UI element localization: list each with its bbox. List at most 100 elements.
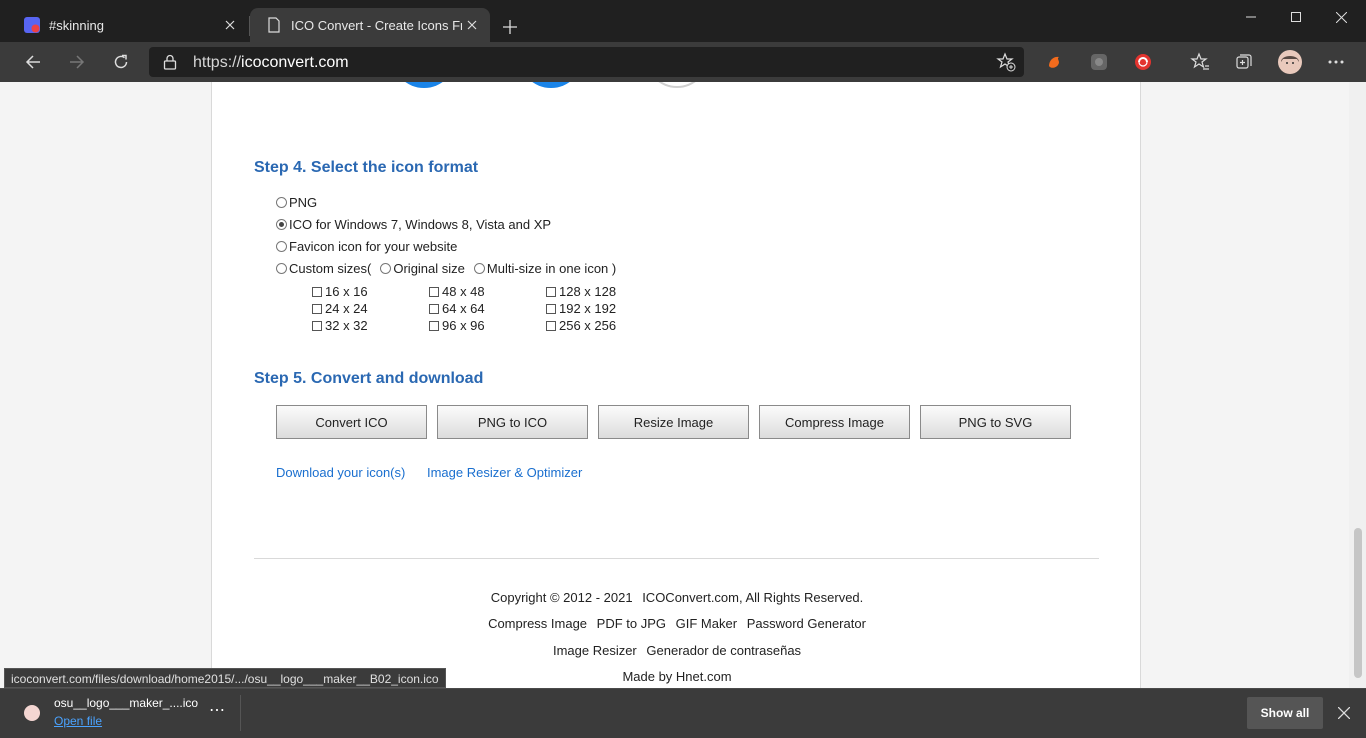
- more-icon: [1328, 60, 1344, 64]
- footer-link-pdf-to-jpg[interactable]: PDF to JPG: [597, 616, 666, 631]
- compress-image-button[interactable]: Compress Image: [759, 405, 910, 439]
- footer-link-compress[interactable]: Compress Image: [488, 616, 587, 631]
- size-option[interactable]: 32 x 32: [312, 318, 429, 333]
- radio-button[interactable]: [276, 241, 287, 252]
- checkbox[interactable]: [429, 320, 439, 331]
- add-favorite-icon[interactable]: [996, 52, 1016, 77]
- checkbox[interactable]: [546, 286, 556, 297]
- tab-title: ICO Convert - Create Icons From: [291, 17, 462, 33]
- new-tab-button[interactable]: [498, 15, 522, 39]
- minimize-icon: [1246, 16, 1256, 18]
- radio-button[interactable]: [276, 219, 287, 230]
- favorites-icon[interactable]: [1188, 50, 1212, 74]
- size-row: 24 x 24 64 x 64 192 x 192: [312, 301, 663, 316]
- size-option[interactable]: 256 x 256: [546, 318, 663, 333]
- png-to-svg-button[interactable]: PNG to SVG: [920, 405, 1071, 439]
- download-icons-link[interactable]: Download your icon(s): [276, 465, 405, 480]
- vertical-scrollbar[interactable]: [1349, 82, 1366, 688]
- format-option-custom[interactable]: Custom sizes( Original size Multi-size i…: [276, 261, 616, 276]
- plus-icon: [503, 20, 517, 34]
- open-file-link[interactable]: Open file: [54, 714, 102, 728]
- close-icon: [1338, 707, 1350, 719]
- arrow-left-icon: [25, 55, 40, 69]
- download-shelf: osu__logo___maker_....ico Open file ⋯ Sh…: [0, 688, 1366, 738]
- step4-heading: Step 4. Select the icon format: [254, 159, 479, 176]
- settings-more-button[interactable]: [1324, 50, 1348, 74]
- checkbox[interactable]: [546, 303, 556, 314]
- format-option-favicon[interactable]: Favicon icon for your website: [276, 239, 457, 254]
- download-more-icon[interactable]: ⋯: [207, 700, 227, 720]
- size-option[interactable]: 128 x 128: [546, 284, 663, 299]
- preset-shape-icon[interactable]: [392, 82, 456, 88]
- custom-original-size[interactable]: Original size: [380, 261, 465, 276]
- extension-icon[interactable]: [1087, 50, 1111, 74]
- profile-avatar[interactable]: [1278, 50, 1302, 74]
- footer-link-generador[interactable]: Generador de contraseñas: [646, 643, 801, 658]
- size-label: 192 x 192: [559, 301, 617, 316]
- footer-link-password[interactable]: Password Generator: [747, 616, 866, 631]
- convert-ico-button[interactable]: Convert ICO: [276, 405, 427, 439]
- close-icon[interactable]: [220, 15, 240, 35]
- window-close-button[interactable]: [1318, 0, 1364, 34]
- footer-links: Compress Image PDF to JPG GIF Maker Pass…: [212, 616, 1142, 631]
- format-option-ico[interactable]: ICO for Windows 7, Windows 8, Vista and …: [276, 217, 551, 232]
- step5-heading: Step 5. Convert and download: [254, 370, 484, 387]
- resize-image-button[interactable]: Resize Image: [598, 405, 749, 439]
- size-option[interactable]: 24 x 24: [312, 301, 429, 316]
- extension-icon[interactable]: [1043, 50, 1067, 74]
- option-label: PNG: [289, 195, 318, 210]
- custom-multi-size[interactable]: Multi-size in one icon ): [473, 261, 617, 276]
- size-option[interactable]: 64 x 64: [429, 301, 546, 316]
- page-content: Step 4. Select the icon format PNG ICO f…: [211, 82, 1141, 688]
- size-option[interactable]: 16 x 16: [312, 284, 429, 299]
- collections-icon[interactable]: [1232, 50, 1256, 74]
- size-row: 16 x 16 48 x 48 128 x 128: [312, 284, 663, 299]
- rights-text: ICOConvert.com, All Rights Reserved.: [642, 590, 864, 605]
- size-option[interactable]: 96 x 96: [429, 318, 546, 333]
- radio-button[interactable]: [380, 263, 392, 274]
- refresh-button[interactable]: [107, 48, 135, 76]
- extension-icon[interactable]: [1131, 50, 1155, 74]
- download-file-name[interactable]: osu__logo___maker_....ico: [54, 696, 198, 710]
- png-to-ico-button[interactable]: PNG to ICO: [437, 405, 588, 439]
- footer-link-image-resizer[interactable]: Image Resizer: [553, 643, 637, 658]
- show-all-button[interactable]: Show all: [1247, 697, 1323, 729]
- option-label: Multi-size in one icon ): [486, 261, 617, 276]
- url-text: https://icoconvert.com: [193, 54, 349, 72]
- checkbox[interactable]: [429, 286, 439, 297]
- radio-button[interactable]: [473, 263, 485, 274]
- preset-shape-icon[interactable]: [519, 82, 583, 88]
- checkbox[interactable]: [312, 286, 322, 297]
- footer-copyright: Copyright © 2012 - 2021 ICOConvert.com, …: [212, 590, 1142, 605]
- checkbox[interactable]: [312, 303, 322, 314]
- back-button[interactable]: [19, 48, 47, 76]
- tab-ico-convert[interactable]: ICO Convert - Create Icons From: [250, 8, 490, 42]
- address-bar[interactable]: https://icoconvert.com: [149, 47, 1024, 77]
- tab-skinning[interactable]: #skinning: [8, 8, 248, 42]
- close-download-bar-button[interactable]: [1334, 703, 1354, 723]
- tab-strip: #skinning ICO Convert - Create Icons Fro…: [0, 0, 1366, 42]
- format-option-png[interactable]: PNG: [276, 195, 317, 210]
- maximize-button[interactable]: [1273, 0, 1319, 34]
- footer-divider: [254, 558, 1099, 559]
- file-icon: [24, 705, 40, 721]
- checkbox[interactable]: [312, 320, 322, 331]
- copyright-text: Copyright © 2012 - 2021: [490, 590, 633, 605]
- checkbox[interactable]: [429, 303, 439, 314]
- close-icon: [1335, 11, 1347, 23]
- option-label: Custom sizes(: [289, 261, 372, 276]
- image-resizer-link[interactable]: Image Resizer & Optimizer: [427, 465, 582, 480]
- forward-button[interactable]: [63, 48, 91, 76]
- radio-button[interactable]: [276, 263, 287, 274]
- close-icon[interactable]: [462, 15, 482, 35]
- size-label: 256 x 256: [559, 318, 617, 333]
- footer-link-gif-maker[interactable]: GIF Maker: [676, 616, 737, 631]
- minimize-button[interactable]: [1228, 0, 1274, 34]
- scrollbar-thumb[interactable]: [1354, 528, 1362, 678]
- size-option[interactable]: 48 x 48: [429, 284, 546, 299]
- size-option[interactable]: 192 x 192: [546, 301, 663, 316]
- checkbox[interactable]: [546, 320, 556, 331]
- preset-shape-icon[interactable]: [645, 82, 709, 88]
- radio-button[interactable]: [276, 197, 287, 208]
- page-icon: [268, 17, 280, 33]
